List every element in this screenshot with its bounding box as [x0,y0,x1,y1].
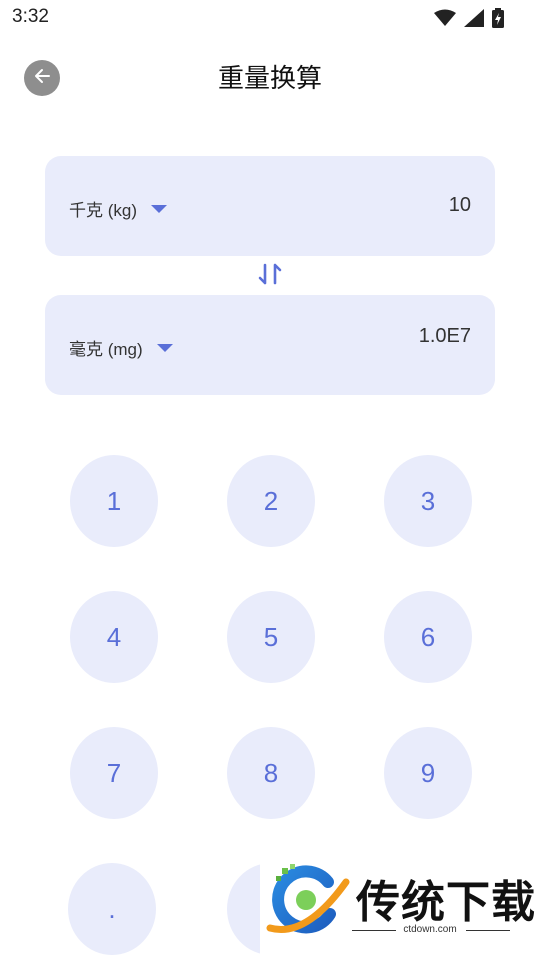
wifi-icon [434,9,456,31]
signal-icon [464,9,484,31]
page-title: 重量换算 [217,64,322,94]
to-unit-dropdown[interactable]: 毫克 (mg) [69,335,173,360]
from-value[interactable]: 10 [449,194,471,217]
key-8[interactable]: 8 [227,727,315,819]
status-bar: 3:32 [0,0,540,36]
key-6[interactable]: 6 [384,591,472,683]
watermark: 传统下载 ctdown.com [260,860,540,960]
to-unit-label: 毫克 (mg) [69,340,143,359]
key-4[interactable]: 4 [70,591,158,683]
status-time: 3:32 [12,6,49,27]
key-5[interactable]: 5 [227,591,315,683]
key-1[interactable]: 1 [70,455,158,547]
to-value: 1.0E7 [418,325,471,347]
from-unit-label: 千克 (kg) [69,201,137,220]
caret-down-icon [156,343,173,352]
key-2[interactable]: 2 [227,455,315,547]
key-9[interactable]: 9 [384,727,472,819]
watermark-divider-right [466,930,510,931]
watermark-brand: 传统下载 [356,877,536,928]
swap-button[interactable] [256,262,284,290]
key-decimal[interactable]: . [68,863,156,955]
status-icons [434,8,504,32]
to-unit-card: 毫克 (mg) 1.0E7 [45,295,495,395]
from-unit-card: 千克 (kg) 10 [45,156,495,256]
key-3[interactable]: 3 [384,455,472,547]
from-unit-dropdown[interactable]: 千克 (kg) [69,196,167,221]
caret-down-icon [151,204,167,213]
watermark-logo [266,862,350,942]
battery-charging-icon [492,8,504,32]
swap-vertical-icon [257,261,283,291]
key-7[interactable]: 7 [70,727,158,819]
